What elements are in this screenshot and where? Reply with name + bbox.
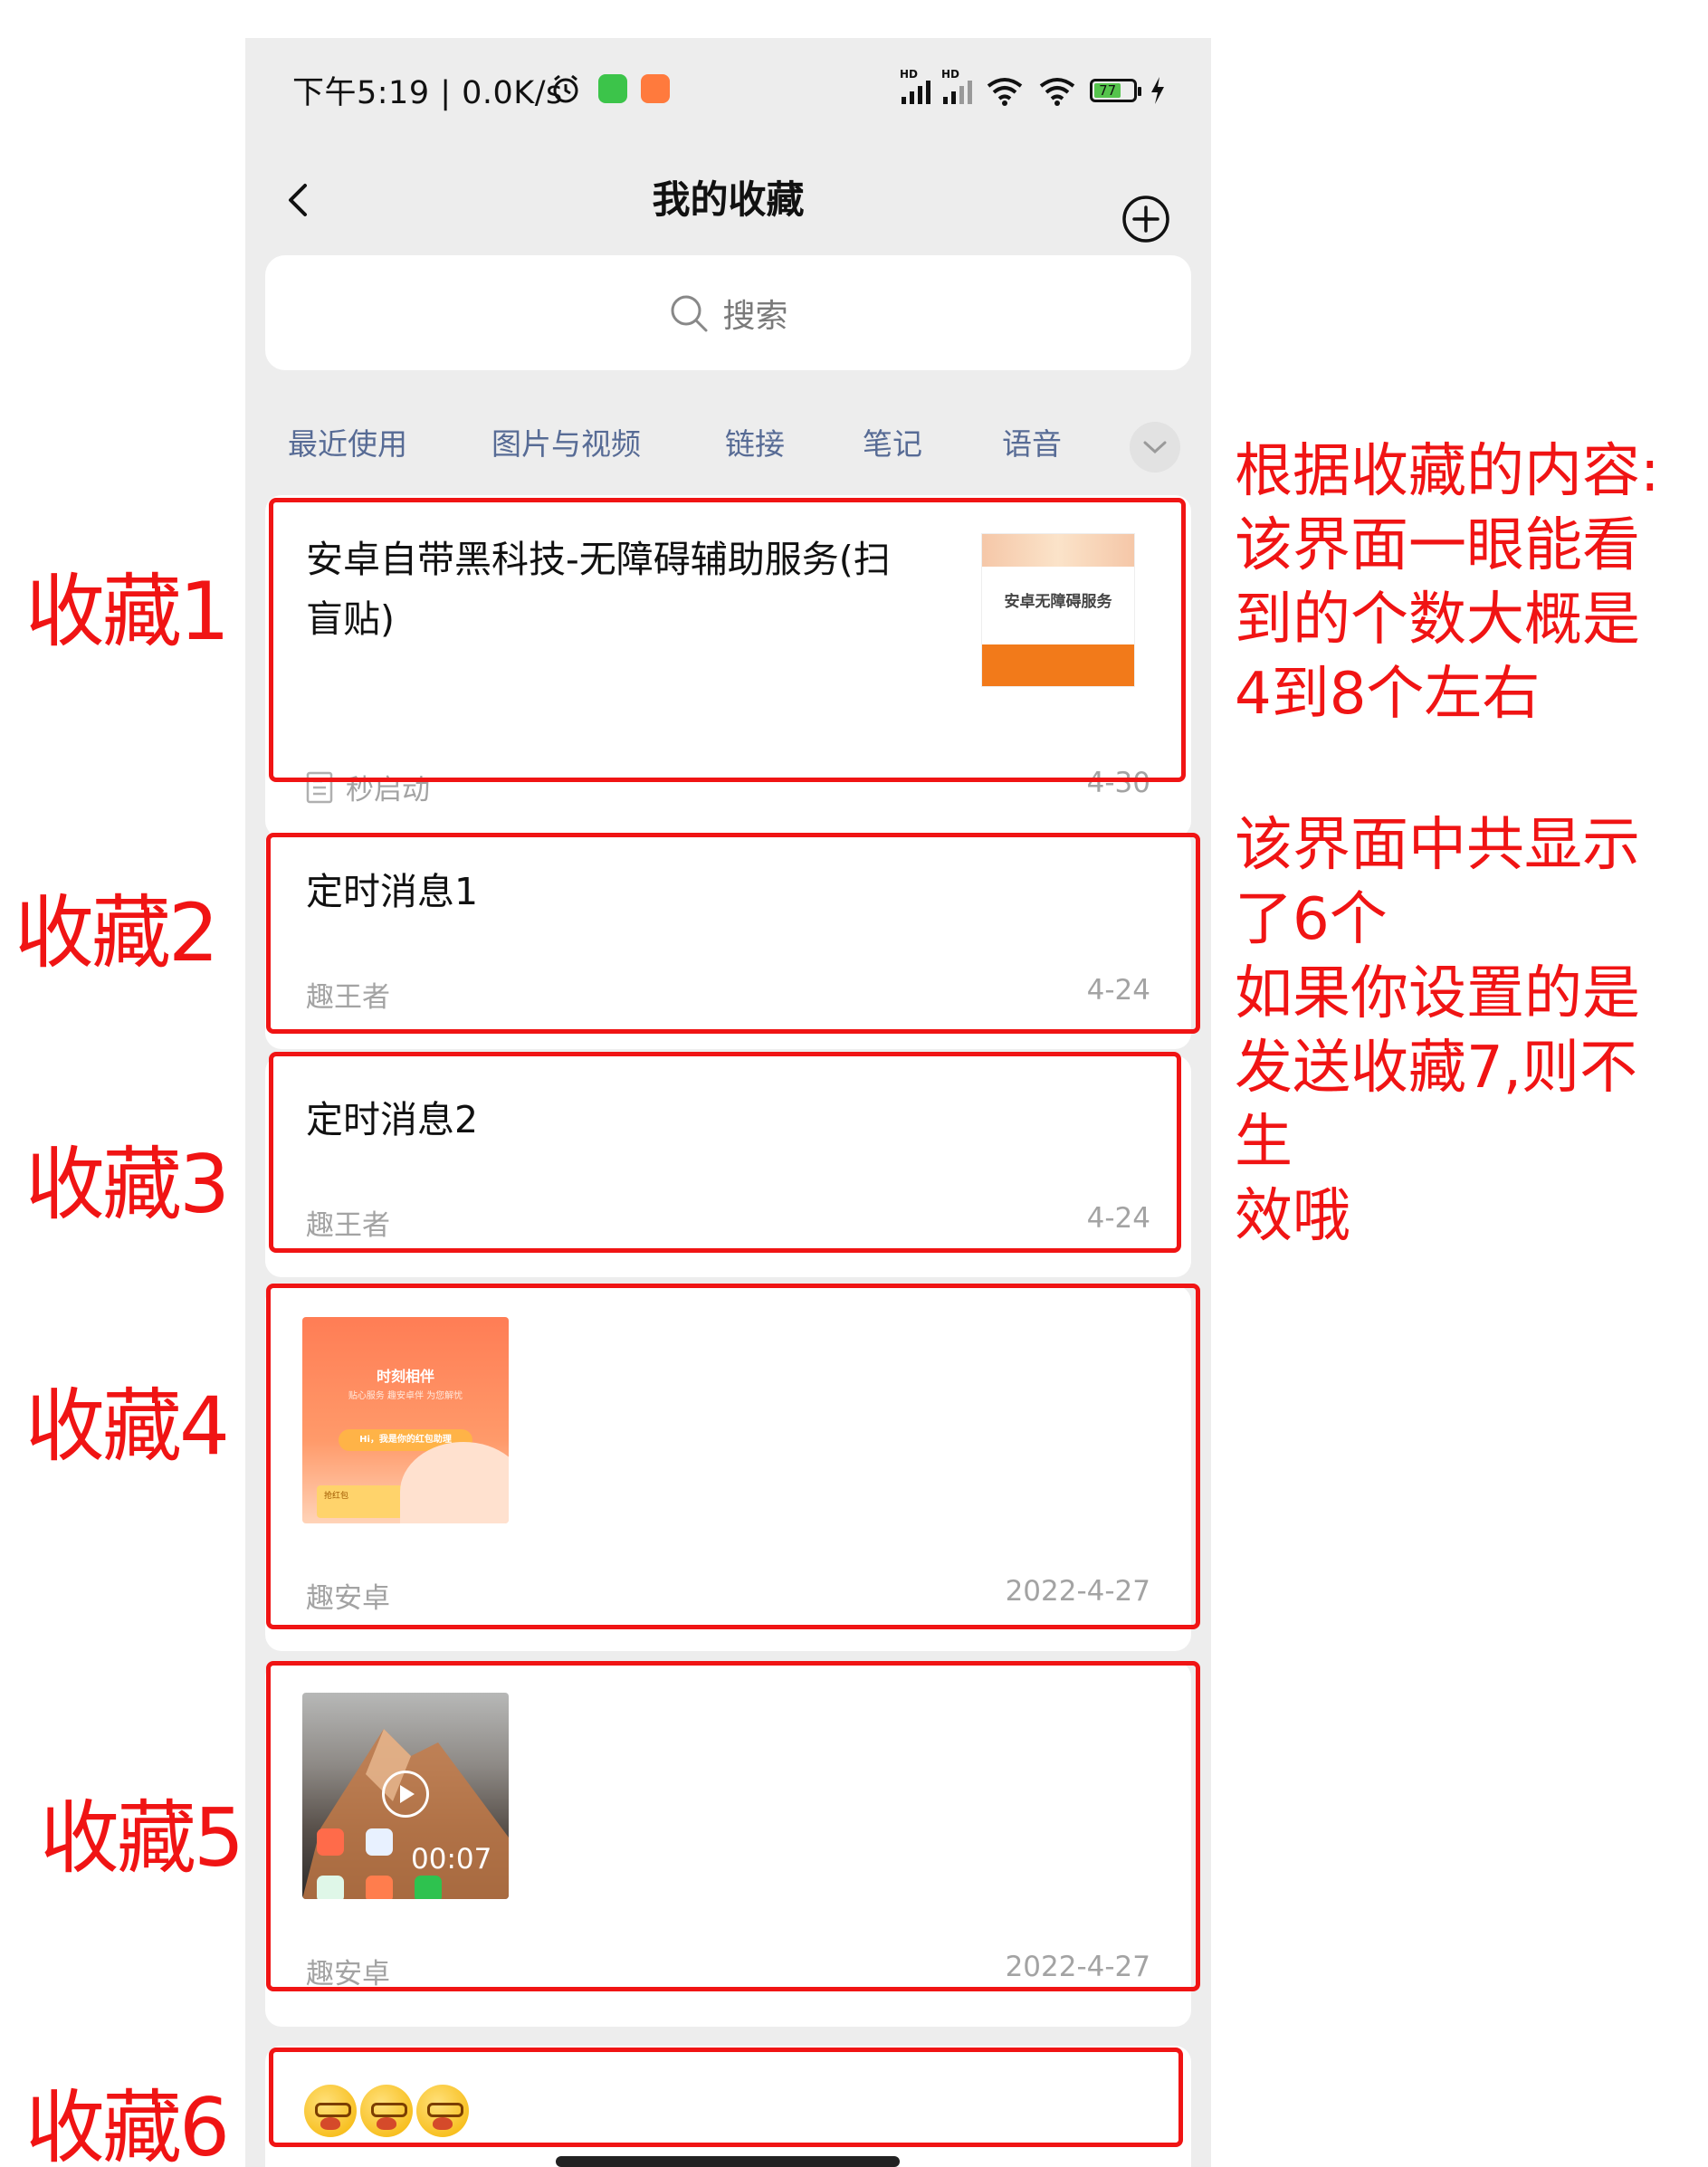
search-icon: [671, 295, 708, 331]
search-input[interactable]: 搜索: [265, 255, 1191, 370]
hd-badge: HD: [941, 68, 960, 81]
chevron-down-icon: [1143, 441, 1167, 454]
category-tabs: 最近使用 图片与视频 链接 笔记 语音: [245, 400, 1211, 476]
status-bar: 下午5:19 | 0.0K/s HD HD 77: [245, 38, 1211, 138]
signal-icon: HD: [900, 68, 930, 104]
annotation-label: 收藏3: [25, 1138, 230, 1231]
charging-icon: [1151, 77, 1164, 104]
tab-notes[interactable]: 笔记: [863, 420, 922, 463]
tab-recent[interactable]: 最近使用: [288, 420, 407, 463]
battery-level: 77: [1094, 83, 1121, 98]
home-indicator[interactable]: [556, 2156, 900, 2167]
wifi-icon: [987, 78, 1023, 106]
status-time-speed: 下午5:19 | 0.0K/s: [292, 75, 563, 111]
annotation-box: [269, 2048, 1183, 2147]
annotation-label: 收藏4: [25, 1379, 230, 1473]
annotation-note: 根据收藏的内容: 该界面一眼能看 到的个数大概是 4到8个左右: [1235, 438, 1660, 728]
annotation-label: 收藏5: [40, 1791, 244, 1885]
tab-links[interactable]: 链接: [725, 420, 785, 463]
status-indicators: HD HD 77: [900, 68, 1166, 110]
app-notification-icon: [641, 74, 670, 103]
annotation-box: [269, 1052, 1181, 1253]
title-bar: 我的收藏: [245, 151, 1211, 251]
alarm-icon: [553, 74, 578, 103]
annotation-label: 收藏1: [25, 565, 230, 658]
annotation-box: [269, 498, 1186, 782]
annotation-label: 收藏2: [14, 886, 219, 979]
hd-badge: HD: [900, 68, 919, 81]
search-placeholder: 搜索: [722, 297, 788, 335]
page-title: 我的收藏: [652, 177, 805, 222]
plus-circle-icon[interactable]: [1121, 195, 1170, 243]
expand-tabs-button[interactable]: [1130, 422, 1180, 473]
battery-icon: 77: [1090, 79, 1141, 102]
annotation-box: [266, 1661, 1200, 1991]
wifi-icon: [1039, 78, 1075, 106]
annotation-label: 收藏6: [25, 2081, 230, 2167]
annotation-box: [266, 1284, 1200, 1629]
annotation-note: 该界面中共显示 了6个 如果你设置的是 发送收藏7,则不生 效哦: [1235, 812, 1640, 1250]
tab-voice[interactable]: 语音: [1002, 420, 1062, 463]
app-notification-icon: [598, 74, 627, 103]
tab-images-videos[interactable]: 图片与视频: [491, 420, 641, 463]
signal-icon: HD: [941, 68, 972, 104]
annotation-box: [266, 833, 1200, 1034]
